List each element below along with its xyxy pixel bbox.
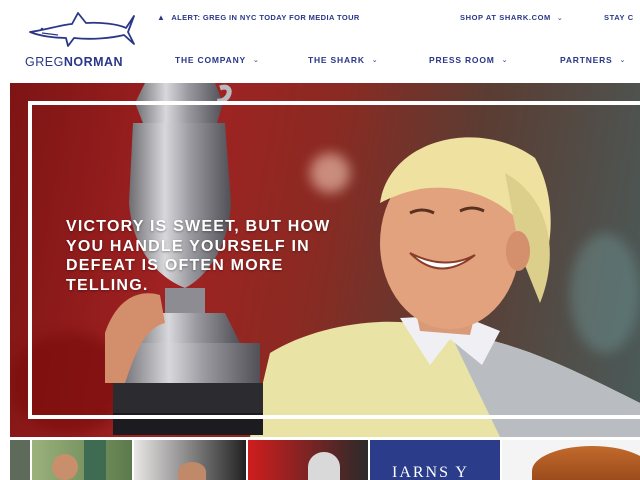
alert-icon: ▲ <box>157 13 166 22</box>
alert-text: ALERT: GREG IN NYC TODAY FOR MEDIA TOUR <box>171 13 360 22</box>
chevron-down-icon: ⌄ <box>252 57 260 64</box>
thumbnail-text: IARNS Y <box>392 464 469 480</box>
thumbnail-item[interactable]: IARNS Y <box>370 440 500 480</box>
stay-connected-link[interactable]: STAY C <box>604 13 634 22</box>
thumbnail-person <box>308 452 340 480</box>
stay-label: STAY C <box>604 13 634 22</box>
thumbnail-food <box>532 446 640 480</box>
nav-label: PRESS ROOM <box>429 55 495 65</box>
nav-label: PARTNERS <box>560 55 613 65</box>
thumbnail-person <box>52 454 78 480</box>
greg-norman-logo[interactable]: GREGNORMAN <box>22 10 142 70</box>
nav-item-the-company[interactable]: THE COMPANY ⌄ <box>175 55 260 65</box>
thumbnail-person <box>178 462 206 480</box>
thumbnail-item[interactable] <box>10 440 30 480</box>
thumbnail-figure <box>84 440 106 480</box>
shark-logo-icon <box>29 12 135 47</box>
site-header: GREGNORMAN ▲ ALERT: GREG IN NYC TODAY FO… <box>0 0 640 83</box>
nav-item-partners[interactable]: PARTNERS ⌄ <box>560 55 626 65</box>
chevron-down-icon: ⌄ <box>371 57 379 64</box>
nav-label: THE COMPANY <box>175 55 246 65</box>
thumbnail-item[interactable] <box>32 440 132 480</box>
thumbnail-item[interactable] <box>502 440 640 480</box>
hero-banner[interactable]: VICTORY IS SWEET, BUT HOW YOU HANDLE YOU… <box>10 83 640 437</box>
shop-link[interactable]: SHOP AT SHARK.COM ⌄ <box>460 13 563 22</box>
alert-banner[interactable]: ▲ ALERT: GREG IN NYC TODAY FOR MEDIA TOU… <box>157 13 360 22</box>
thumbnail-item[interactable] <box>134 440 246 480</box>
nav-item-press-room[interactable]: PRESS ROOM ⌄ <box>429 55 508 65</box>
shop-label: SHOP AT SHARK.COM <box>460 13 551 22</box>
chevron-down-icon: ⌄ <box>619 57 627 64</box>
chevron-down-icon: ⌄ <box>501 57 509 64</box>
hero-quote: VICTORY IS SWEET, BUT HOW YOU HANDLE YOU… <box>66 218 331 294</box>
chevron-down-icon: ⌄ <box>556 14 564 22</box>
thumbnail-strip: IARNS Y <box>10 440 640 480</box>
nav-item-the-shark[interactable]: THE SHARK ⌄ <box>308 55 378 65</box>
nav-label: THE SHARK <box>308 55 365 65</box>
logo-wordmark: GREGNORMAN <box>25 55 124 69</box>
thumbnail-item[interactable] <box>248 440 368 480</box>
